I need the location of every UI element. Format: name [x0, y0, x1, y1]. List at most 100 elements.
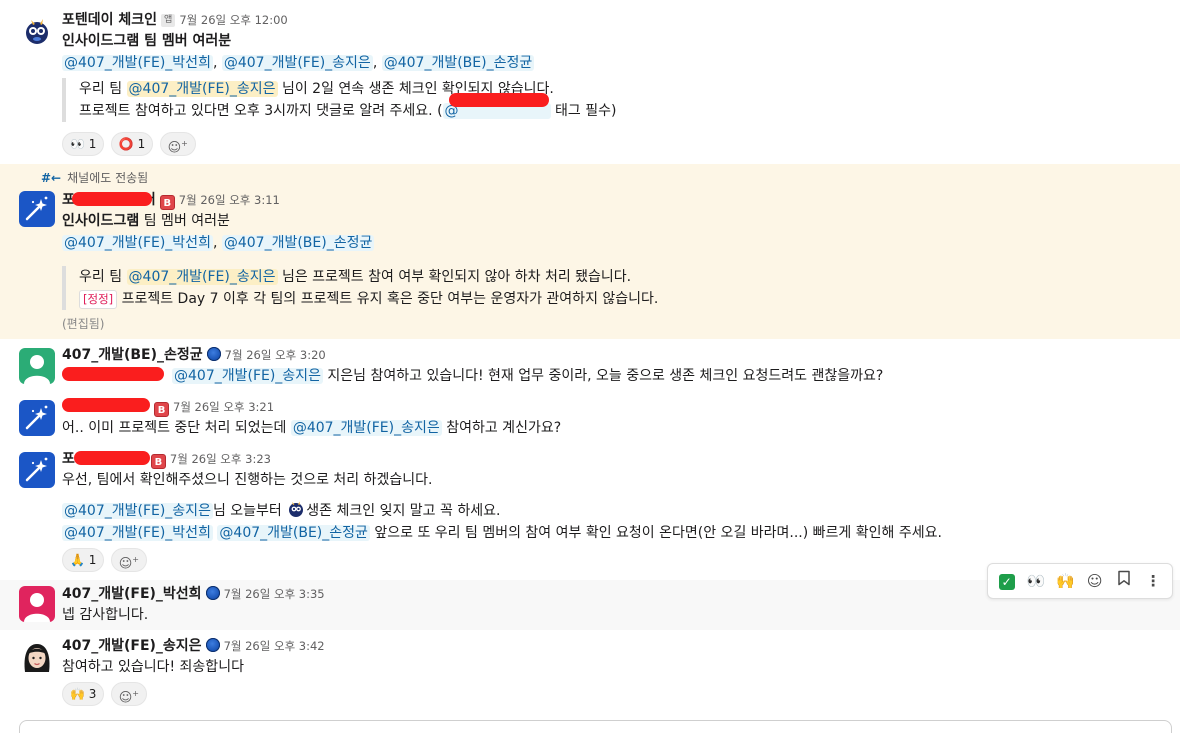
- default-user-icon: [24, 355, 50, 384]
- message-text: @407_개발(FE)_송지은 지은님 참여하고 있습니다! 현재 업무 중이라…: [62, 365, 1170, 387]
- timestamp[interactable]: 7월 26일 오후 3:21: [173, 400, 274, 414]
- redaction-mark: [62, 367, 164, 381]
- timestamp[interactable]: 7월 26일 오후 3:23: [170, 452, 271, 466]
- mention-link[interactable]: @407_개발(FE)_송지은: [172, 368, 323, 384]
- mention-link[interactable]: @: [442, 93, 551, 119]
- author-name[interactable]: 407_개발(FE)_박선희: [62, 586, 202, 602]
- message-text: @407_개발(FE)_송지은 님 오늘부터 생존 체크인 잊지 말고 꼭 하세요…: [62, 499, 1170, 522]
- quick-react-raised-hands-button[interactable]: 🙌: [1052, 568, 1078, 594]
- bookmark-icon[interactable]: [1111, 568, 1137, 594]
- mention-link[interactable]: @407_개발(FE)_송지은: [126, 269, 278, 285]
- reaction-eyes[interactable]: 👀 1: [62, 132, 105, 156]
- timestamp[interactable]: 7월 26일 오후 3:20: [225, 348, 326, 362]
- message-title: 인사이드그램 팀 멤버 여러분: [62, 33, 232, 49]
- edited-label: (편집됨): [62, 317, 105, 331]
- mention-link[interactable]: @407_개발(FE)_송지은: [126, 81, 278, 97]
- add-reaction-icon[interactable]: ☺: [1082, 568, 1108, 594]
- potenday-logo-icon: [26, 19, 48, 44]
- add-reaction-button[interactable]: ☺+: [110, 682, 147, 706]
- message-decision: 포 B 7월 26일 오후 3:23 우선, 팀에서 확인해주셨으니 진행하는 것으…: [0, 446, 1180, 578]
- app-avatar[interactable]: [19, 400, 55, 436]
- reaction-circle[interactable]: ⭕ 1: [110, 132, 154, 156]
- forward-note: #← 채널에도 전송됨: [41, 171, 149, 185]
- author-name[interactable]: 407_개발(BE)_손정균: [62, 347, 203, 363]
- blockquote: 우리 팀 @407_개발(FE)_송지은 님은 프로젝트 참여 여부 확인되지 …: [62, 266, 1170, 310]
- mention-link[interactable]: @407_개발(BE)_손정균: [217, 525, 370, 541]
- author-name[interactable]: 포텐데이 체크인: [62, 12, 157, 28]
- message-header: B 7월 26일 오후 3:21: [62, 397, 1170, 417]
- message-apology: 407_개발(FE)_송지은 7월 26일 오후 3:42 참여하고 있습니다! …: [0, 632, 1180, 712]
- author-name[interactable]: 407_개발(FE)_송지은: [62, 638, 202, 654]
- message-text: 어.. 이미 프로젝트 중단 처리 되었는데 @407_개발(FE)_송지은 참…: [62, 420, 562, 436]
- redaction-mark: [448, 93, 549, 107]
- status-badge-b: B: [159, 195, 175, 210]
- app-avatar[interactable]: [19, 191, 55, 227]
- forward-icon: #←: [41, 171, 62, 185]
- quick-react-eyes-button[interactable]: 👀: [1023, 568, 1049, 594]
- reaction-bar: 👀 1 ⭕ 1 ☺+: [62, 132, 1170, 156]
- app-avatar[interactable]: [19, 452, 55, 488]
- message-text: 참여하고 있습니다! 죄송합니다: [62, 659, 244, 675]
- more-actions-icon[interactable]: ⋮: [1140, 568, 1166, 594]
- add-reaction-button[interactable]: ☺+: [159, 132, 196, 156]
- message-text: @407_개발(FE)_박선희 @407_개발(BE)_손정균 앞으로 또 우리…: [62, 525, 942, 541]
- message-text: 우선, 팀에서 확인해주셨으니 진행하는 것으로 처리 하겠습니다.: [62, 472, 433, 488]
- mention-link[interactable]: @407_개발(FE)_송지은: [290, 420, 442, 436]
- message-title: 인사이드그램 팀 멤버 여러분: [62, 213, 230, 229]
- timestamp[interactable]: 7월 26일 오후 3:11: [179, 193, 280, 207]
- message-header: 407_개발(BE)_손정균 7월 26일 오후 3:20: [62, 345, 1170, 365]
- sparkle-wand-icon: [25, 405, 48, 430]
- message-action-toolbar: ✓ 👀 🙌 ☺ ⋮: [987, 563, 1173, 599]
- mention-link[interactable]: @407_개발(FE)_송지은: [221, 55, 373, 71]
- bookmark-shape: [1118, 570, 1130, 586]
- mention-link[interactable]: @407_개발(FE)_박선희: [62, 525, 213, 541]
- timestamp[interactable]: 7월 26일 오후 12:00: [179, 13, 287, 27]
- quote-line: 프로젝트 참여하고 있다면 오후 3시까지 댓글로 알려 주세요. (@ 태그 …: [79, 93, 1170, 122]
- mention-link[interactable]: @407_개발(BE)_손정균: [381, 55, 535, 71]
- timestamp[interactable]: 7월 26일 오후 3:35: [224, 587, 325, 601]
- message-header: 포텐데이 체크인 앱 7월 26일 오후 12:00: [62, 10, 1170, 30]
- message-header: 포어B7월 26일 오후 3:11: [62, 190, 1170, 210]
- quote-line: 우리 팀 @407_개발(FE)_송지은 님은 프로젝트 참여 여부 확인되지 …: [79, 269, 632, 285]
- mention-link[interactable]: @407_개발(FE)_송지은: [62, 503, 213, 519]
- mention-link[interactable]: @407_개발(FE)_박선희: [62, 55, 213, 71]
- status-dot-icon: [206, 347, 221, 361]
- message-checkin-bot: 포텐데이 체크인 앱 7월 26일 오후 12:00 인사이드그램 팀 멤버 여러분…: [0, 8, 1180, 160]
- status-dot-icon: [205, 638, 220, 652]
- mention-row: @407_개발(FE)_박선희, @407_개발(BE)_손정균: [62, 235, 375, 251]
- message-reply-be: 407_개발(BE)_손정균 7월 26일 오후 3:20 @407_개발(FE)…: [0, 342, 1180, 392]
- correction-tag: [정정]: [79, 290, 118, 309]
- quote-line: 우리 팀 @407_개발(FE)_송지은 님이 2일 연속 생존 체크인 확인되…: [79, 81, 554, 97]
- sparkle-wand-icon: [25, 457, 48, 482]
- timestamp[interactable]: 7월 26일 오후 3:42: [224, 639, 325, 653]
- message-header: 포 B 7월 26일 오후 3:23: [62, 449, 1170, 469]
- status-badge-b: B: [150, 454, 166, 469]
- status-badge-b: B: [154, 402, 169, 417]
- message-header: 407_개발(FE)_송지은 7월 26일 오후 3:42: [62, 636, 1170, 656]
- user-avatar[interactable]: [19, 348, 55, 384]
- sparkle-wand-icon: [25, 196, 48, 221]
- message-composer[interactable]: [19, 720, 1172, 733]
- message-forwarded-announcement: #←채널에도 전송됨 포어B7월 26일 오후 3:11 인사이드그램 팀 멤버…: [0, 164, 1180, 339]
- add-reaction-button[interactable]: ☺+: [110, 548, 147, 572]
- redaction-mark: [72, 192, 152, 206]
- reaction-bar: 🙌 3 ☺+: [62, 682, 1170, 706]
- user-avatar[interactable]: [19, 638, 55, 674]
- status-dot-icon: [205, 586, 220, 600]
- app-badge: 앱: [161, 14, 176, 27]
- message-text: 넵 감사합니다.: [62, 607, 149, 623]
- mention-link[interactable]: @407_개발(FE)_박선희: [62, 235, 213, 251]
- blockquote: 우리 팀 @407_개발(FE)_송지은 님이 2일 연속 생존 체크인 확인되…: [62, 78, 1170, 122]
- reaction-raised-hands[interactable]: 🙌 3: [62, 682, 105, 706]
- quote-line: [정정] 프로젝트 Day 7 이후 각 팀의 프로젝트 유지 혹은 중단 여부…: [79, 288, 1170, 310]
- message-question: B 7월 26일 오후 3:21 어.. 이미 프로젝트 중단 처리 되었는데 @…: [0, 394, 1180, 444]
- bot-avatar[interactable]: [19, 14, 55, 50]
- default-user-icon: [24, 593, 50, 622]
- user-avatar[interactable]: [19, 586, 55, 622]
- mention-link[interactable]: @407_개발(BE)_손정균: [221, 235, 375, 251]
- reaction-pray[interactable]: 🙏 1: [62, 548, 105, 572]
- check-mark-icon: ✓: [998, 573, 1015, 590]
- redaction-mark: [62, 398, 150, 412]
- memoji-avatar-icon: [24, 644, 50, 672]
- quick-react-check-button[interactable]: ✓: [994, 568, 1020, 594]
